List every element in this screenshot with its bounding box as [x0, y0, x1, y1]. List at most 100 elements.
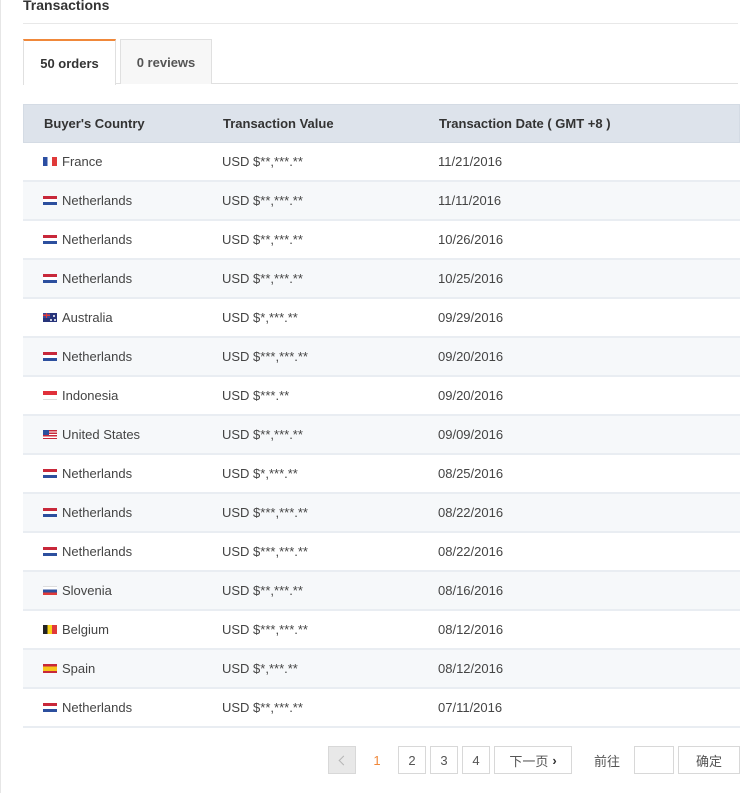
transactions-panel: Transactions 50 orders 0 reviews Buyer's…	[0, 0, 750, 793]
cell-transaction-value: USD $**,***.**	[222, 271, 303, 286]
country-name: France	[62, 154, 103, 169]
country-name: Slovenia	[62, 583, 112, 598]
cell-country: Netherlands	[23, 193, 222, 208]
page-3-button[interactable]: 3	[430, 746, 458, 774]
flag-icon	[43, 391, 57, 400]
cell-transaction-date: 07/11/2016	[438, 700, 503, 715]
cell-transaction-value: USD $***,***.**	[222, 622, 308, 637]
cell-transaction-value: USD $**,***.**	[222, 427, 303, 442]
goto-page-input[interactable]	[634, 746, 674, 774]
country-name: Netherlands	[62, 232, 133, 247]
cell-transaction-date: 08/12/2016	[438, 661, 504, 676]
table-row: Slovenia USD $**,***.** 08/16/2016	[23, 572, 740, 611]
cell-transaction-date: 08/25/2016	[438, 466, 504, 481]
flag-icon	[43, 274, 57, 283]
cell-country: Netherlands	[23, 544, 222, 559]
flag-icon	[43, 157, 57, 166]
table-row: Belgium USD $***,***.** 08/12/2016	[23, 611, 740, 650]
chevron-right-icon: ›	[552, 752, 557, 768]
cell-country: United States	[23, 427, 222, 442]
page-1-button[interactable]: 1	[360, 746, 394, 774]
cell-transaction-value: USD $***,***.**	[222, 349, 308, 364]
table-row: Netherlands USD $**,***.** 11/11/2016	[23, 182, 740, 221]
table-row: Australia USD $*,***.** 09/29/2016	[23, 299, 740, 338]
flag-icon	[43, 469, 57, 478]
country-name: Netherlands	[62, 700, 133, 715]
cell-country: Spain	[23, 661, 222, 676]
header-buyers-country: Buyer's Country	[44, 116, 145, 131]
country-name: United States	[62, 427, 141, 442]
cell-transaction-value: USD $*,***.**	[222, 661, 298, 676]
country-name: Netherlands	[62, 349, 133, 364]
next-page-button[interactable]: 下一页 ›	[494, 746, 572, 774]
cell-transaction-date: 09/20/2016	[438, 349, 504, 364]
cell-transaction-value: USD $**,***.**	[222, 193, 303, 208]
flag-icon	[43, 664, 57, 673]
tab-reviews[interactable]: 0 reviews	[120, 39, 212, 84]
flag-icon	[43, 508, 57, 517]
table-row: United States USD $**,***.** 09/09/2016	[23, 416, 740, 455]
table-row: Netherlands USD $**,***.** 10/25/2016	[23, 260, 740, 299]
cell-country: Netherlands	[23, 271, 222, 286]
tab-bar: 50 orders 0 reviews	[23, 39, 738, 85]
cell-transaction-date: 08/22/2016	[438, 505, 504, 520]
cell-country: Belgium	[23, 622, 222, 637]
table-row: Netherlands USD $***,***.** 08/22/2016	[23, 494, 740, 533]
flag-icon	[43, 430, 57, 439]
flag-icon	[43, 313, 57, 322]
cell-country: Netherlands	[23, 505, 222, 520]
cell-country: Netherlands	[23, 349, 222, 364]
cell-transaction-date: 10/26/2016	[438, 232, 504, 247]
prev-page-button[interactable]	[328, 746, 356, 774]
header-transaction-date: Transaction Date ( GMT +8 )	[439, 116, 611, 131]
cell-transaction-value: USD $***.**	[222, 388, 290, 403]
flag-icon	[43, 703, 57, 712]
table-row: Spain USD $*,***.** 08/12/2016	[23, 650, 740, 689]
country-name: Spain	[62, 661, 96, 676]
cell-transaction-date: 08/12/2016	[438, 622, 504, 637]
cell-country: France	[23, 154, 222, 169]
cell-transaction-value: USD $***,***.**	[222, 544, 308, 559]
cell-country: Indonesia	[23, 388, 222, 403]
table-row: France USD $**,***.** 11/21/2016	[23, 143, 740, 182]
goto-label: 前往	[594, 754, 621, 769]
country-name: Netherlands	[62, 505, 133, 520]
cell-country: Australia	[23, 310, 222, 325]
flag-icon	[43, 547, 57, 556]
transactions-table: Buyer's Country Transaction Value Transa…	[23, 104, 740, 728]
cell-transaction-value: USD $**,***.**	[222, 700, 303, 715]
table-row: Netherlands USD $***,***.** 09/20/2016	[23, 338, 740, 377]
cell-transaction-date: 08/16/2016	[438, 583, 504, 598]
country-name: Australia	[62, 310, 113, 325]
table-row: Indonesia USD $***.** 09/20/2016	[23, 377, 740, 416]
cell-country: Netherlands	[23, 466, 222, 481]
cell-country: Slovenia	[23, 583, 222, 598]
flag-icon	[43, 235, 57, 244]
pagination: 1 2 3 4 下一页 ›	[328, 746, 576, 774]
table-row: Netherlands USD $***,***.** 08/22/2016	[23, 533, 740, 572]
header-transaction-value: Transaction Value	[223, 116, 334, 131]
cell-transaction-value: USD $**,***.**	[222, 154, 303, 169]
country-name: Belgium	[62, 622, 109, 637]
cell-transaction-value: USD $**,***.**	[222, 583, 303, 598]
table-row: Netherlands USD $*,***.** 08/25/2016	[23, 455, 740, 494]
page-2-button[interactable]: 2	[398, 746, 426, 774]
country-name: Netherlands	[62, 193, 133, 208]
country-name: Netherlands	[62, 466, 133, 481]
chevron-left-icon	[338, 755, 349, 765]
confirm-button[interactable]: 确定	[678, 746, 740, 774]
cell-transaction-value: USD $**,***.**	[222, 232, 303, 247]
cell-transaction-value: USD $*,***.**	[222, 466, 298, 481]
table-row: Netherlands USD $**,***.** 10/26/2016	[23, 221, 740, 260]
cell-country: Netherlands	[23, 700, 222, 715]
cell-transaction-value: USD $***,***.**	[222, 505, 308, 520]
next-page-label: 下一页	[509, 753, 549, 769]
table-body: France USD $**,***.** 11/21/2016 Netherland…	[23, 143, 740, 728]
flag-icon	[43, 352, 57, 361]
cell-transaction-date: 10/25/2016	[438, 271, 504, 286]
cell-transaction-value: USD $*,***.**	[222, 310, 298, 325]
tab-orders[interactable]: 50 orders	[23, 39, 116, 85]
country-name: Netherlands	[62, 544, 133, 559]
page-4-button[interactable]: 4	[462, 746, 490, 774]
country-name: Indonesia	[62, 388, 119, 403]
